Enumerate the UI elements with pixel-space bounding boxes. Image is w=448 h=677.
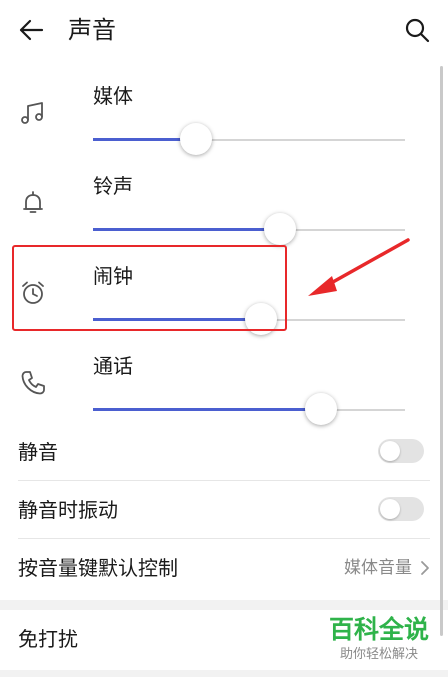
watermark-logo: 百科全说 助你轻松解决 bbox=[318, 614, 440, 670]
scrollbar[interactable] bbox=[440, 66, 443, 636]
volume-label-media: 媒体 bbox=[93, 84, 133, 108]
volume-keys-label: 按音量键默认控制 bbox=[18, 556, 178, 580]
volume-keys-value: 媒体音量 bbox=[344, 558, 412, 578]
mute-label: 静音 bbox=[18, 440, 58, 464]
do-not-disturb-label: 免打扰 bbox=[18, 627, 78, 651]
watermark-sub-text: 助你轻松解决 bbox=[339, 647, 418, 662]
vibrate-on-mute-label: 静音时振动 bbox=[18, 498, 118, 522]
volume-label-ringtone: 铃声 bbox=[93, 174, 133, 198]
mute-row[interactable]: 静音 bbox=[0, 423, 448, 481]
page-title: 声音 bbox=[68, 16, 116, 44]
slider-thumb[interactable] bbox=[179, 123, 212, 155]
vibrate-on-mute-row[interactable]: 静音时振动 bbox=[0, 481, 448, 539]
phone-icon bbox=[21, 371, 45, 395]
arrow-left-icon[interactable] bbox=[18, 18, 44, 42]
volume-label-call: 通话 bbox=[93, 354, 133, 378]
slider-thumb[interactable] bbox=[304, 393, 337, 425]
chevron-right-icon bbox=[421, 561, 429, 575]
toggle-knob bbox=[380, 441, 400, 461]
annotation-arrow-icon bbox=[308, 238, 410, 296]
slider-fill bbox=[93, 228, 281, 231]
vibrate-on-mute-toggle[interactable] bbox=[378, 497, 424, 521]
volume-row-media: 媒体 bbox=[0, 70, 448, 160]
top-app-bar: 声音 bbox=[0, 0, 448, 60]
slider-thumb[interactable] bbox=[264, 213, 297, 245]
music-note-icon bbox=[21, 102, 43, 124]
annotation-highlight-box bbox=[12, 245, 287, 331]
volume-row-call: 通话 bbox=[0, 340, 448, 430]
volume-keys-row[interactable]: 按音量键默认控制 媒体音量 bbox=[0, 539, 448, 597]
slider-fill bbox=[93, 408, 321, 411]
watermark-main-text: 百科全说 bbox=[328, 615, 429, 644]
search-icon[interactable] bbox=[404, 17, 430, 43]
bell-icon bbox=[23, 191, 43, 213]
mute-toggle[interactable] bbox=[378, 439, 424, 463]
toggle-knob bbox=[380, 499, 400, 519]
media-volume-slider[interactable] bbox=[93, 122, 405, 158]
